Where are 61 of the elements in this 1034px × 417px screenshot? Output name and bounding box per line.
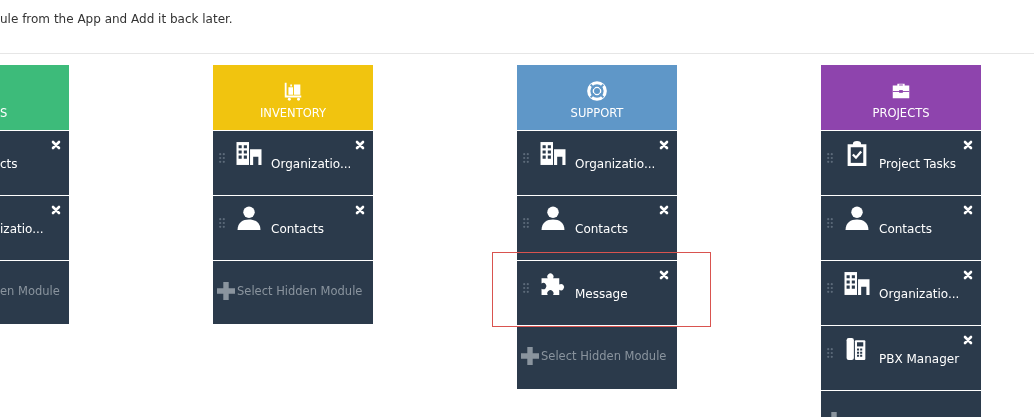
drag-handle-icon[interactable] (827, 218, 833, 228)
drag-handle-icon[interactable] (219, 153, 225, 163)
close-icon[interactable] (51, 205, 61, 215)
module-row[interactable]: izatio... (0, 195, 69, 260)
module-name[interactable]: Contacts (879, 222, 932, 236)
drag-handle-icon[interactable] (827, 153, 833, 163)
select-hidden-module-link[interactable]: en Module (0, 284, 60, 298)
building-icon (539, 141, 567, 166)
drag-handle-icon[interactable] (523, 218, 529, 228)
building-icon (843, 271, 871, 296)
close-icon[interactable] (659, 140, 669, 150)
close-icon[interactable] (659, 270, 669, 280)
close-icon[interactable] (963, 270, 973, 280)
module-title: INVENTORY (259, 106, 327, 120)
module-title: PROJECTS (872, 106, 930, 120)
module-name[interactable]: cts (0, 157, 18, 171)
building-icon (235, 141, 263, 166)
drag-handle-icon[interactable] (523, 283, 529, 293)
instruction-text: ule from the App and Add it back later. (0, 12, 233, 26)
select-hidden-module-link[interactable]: Select Hidden Module (237, 284, 363, 298)
module-title: S (0, 106, 8, 120)
module-name[interactable]: Project Tasks (879, 157, 957, 171)
module-row[interactable]: Contacts (821, 195, 981, 260)
module-name[interactable]: PBX Manager (879, 352, 960, 366)
lifebuoy-icon (586, 80, 608, 102)
drag-handle-icon[interactable] (219, 218, 225, 228)
drag-handle-icon[interactable] (523, 153, 529, 163)
module-name[interactable]: Organizatio... (271, 157, 352, 171)
module-name[interactable]: Organizatio... (575, 157, 656, 171)
drag-handle-icon[interactable] (827, 283, 833, 293)
module-name[interactable]: izatio... (0, 222, 44, 236)
close-icon[interactable] (659, 205, 669, 215)
module-row[interactable]: Organizatio... (213, 130, 373, 195)
module-name[interactable]: Contacts (575, 222, 628, 236)
close-icon[interactable] (963, 205, 973, 215)
module-row[interactable]: cts (0, 130, 69, 195)
module-name[interactable]: Contacts (271, 222, 324, 236)
puzzle-icon (539, 271, 567, 296)
person-icon (539, 206, 567, 231)
module-row[interactable]: PBX Manager (821, 325, 981, 390)
person-icon (843, 206, 871, 231)
close-icon[interactable] (963, 140, 973, 150)
plus-icon[interactable] (521, 347, 539, 365)
module-name[interactable]: Organizatio... (879, 287, 960, 301)
module-row[interactable]: Organizatio... (821, 260, 981, 325)
dolly-icon (282, 80, 304, 102)
plus-icon[interactable] (217, 282, 235, 300)
close-icon[interactable] (355, 205, 365, 215)
close-icon[interactable] (963, 335, 973, 345)
select-hidden-module-link[interactable]: Select Hidden Module (541, 349, 667, 363)
close-icon[interactable] (355, 140, 365, 150)
module-name[interactable]: Message (575, 287, 628, 301)
module-row[interactable]: Contacts (517, 195, 677, 260)
module-row[interactable]: Organizatio... (517, 130, 677, 195)
module-row[interactable]: Contacts (213, 195, 373, 260)
person-icon (235, 206, 263, 231)
module-title: SUPPORT (570, 106, 624, 120)
drag-handle-icon[interactable] (827, 348, 833, 358)
module-row[interactable]: Project Tasks (821, 130, 981, 195)
close-icon[interactable] (51, 140, 61, 150)
module-row[interactable]: Message (517, 260, 677, 325)
